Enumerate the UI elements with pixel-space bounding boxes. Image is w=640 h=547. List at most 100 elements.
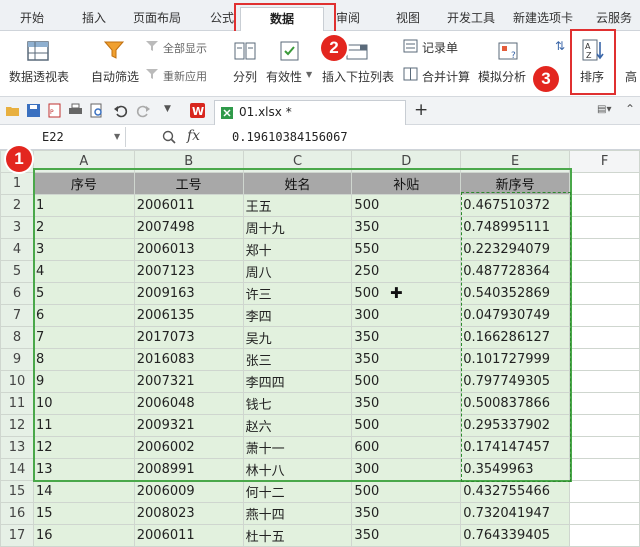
table-cell[interactable]: 周八: [242, 260, 353, 283]
table-cell[interactable]: 王五: [242, 194, 353, 217]
print-preview-icon[interactable]: [89, 103, 104, 118]
menu-review[interactable]: 审阅: [336, 9, 360, 26]
column-header-c[interactable]: C: [242, 150, 353, 173]
header-cell[interactable]: 新序号: [460, 172, 571, 195]
table-cell[interactable]: 2006048: [133, 392, 244, 415]
table-cell[interactable]: 0.540352869: [460, 282, 571, 305]
menu-home[interactable]: 开始: [20, 9, 44, 26]
column-header-f[interactable]: F: [569, 150, 640, 173]
table-cell[interactable]: 2016083: [133, 348, 244, 371]
table-cell[interactable]: 张三: [242, 348, 353, 371]
empty-cell[interactable]: [569, 524, 640, 547]
row-header[interactable]: 6: [0, 282, 34, 305]
row-header[interactable]: 11: [0, 392, 34, 415]
table-cell[interactable]: 550: [351, 238, 462, 261]
row-header[interactable]: 16: [0, 502, 34, 525]
header-cell[interactable]: 工号: [133, 172, 244, 195]
table-cell[interactable]: 2007321: [133, 370, 244, 393]
table-cell[interactable]: 350: [351, 326, 462, 349]
table-cell[interactable]: 11: [32, 414, 135, 437]
row-header[interactable]: 2: [0, 194, 34, 217]
row-header[interactable]: 14: [0, 458, 34, 481]
table-cell[interactable]: 10: [32, 392, 135, 415]
zoom-search-icon[interactable]: [162, 130, 176, 144]
table-cell[interactable]: 2006135: [133, 304, 244, 327]
table-cell[interactable]: 0.174147457: [460, 436, 571, 459]
menu-view[interactable]: 视图: [396, 9, 420, 26]
table-cell[interactable]: 350: [351, 216, 462, 239]
table-cell[interactable]: 500: [351, 194, 462, 217]
what-if-analysis-button[interactable]: 模拟分析: [478, 68, 526, 85]
column-header-a[interactable]: A: [32, 150, 135, 173]
table-cell[interactable]: 2007498: [133, 216, 244, 239]
print-icon[interactable]: [68, 103, 83, 118]
table-cell[interactable]: 0.3549963: [460, 458, 571, 481]
pivot-table-button[interactable]: 数据透视表: [9, 68, 69, 85]
table-cell[interactable]: 6: [32, 304, 135, 327]
table-cell[interactable]: 李四四: [242, 370, 353, 393]
empty-cell[interactable]: [569, 370, 640, 393]
table-cell[interactable]: 7: [32, 326, 135, 349]
new-document-tab-button[interactable]: +: [414, 100, 428, 120]
table-cell[interactable]: 2006011: [133, 194, 244, 217]
insert-dropdown-list-button[interactable]: 插入下拉列表: [322, 68, 394, 85]
table-cell[interactable]: 周十九: [242, 216, 353, 239]
table-cell[interactable]: 0.764339405: [460, 524, 571, 547]
table-cell[interactable]: 350: [351, 348, 462, 371]
table-cell[interactable]: 2006011: [133, 524, 244, 547]
header-cell[interactable]: 序号: [32, 172, 135, 195]
show-all-button[interactable]: 全部显示: [163, 40, 207, 56]
row-header[interactable]: 9: [0, 348, 34, 371]
table-cell[interactable]: 许三: [242, 282, 353, 305]
menu-data-tab[interactable]: 数据: [240, 7, 324, 31]
table-cell[interactable]: 2008023: [133, 502, 244, 525]
row-header[interactable]: 12: [0, 414, 34, 437]
table-cell[interactable]: 何十二: [242, 480, 353, 503]
table-cell[interactable]: 600: [351, 436, 462, 459]
table-cell[interactable]: 赵六: [242, 414, 353, 437]
split-button[interactable]: 分列: [233, 68, 257, 85]
table-cell[interactable]: 13: [32, 458, 135, 481]
empty-cell[interactable]: [569, 348, 640, 371]
table-cell[interactable]: 林十八: [242, 458, 353, 481]
table-cell[interactable]: 500: [351, 370, 462, 393]
table-cell[interactable]: 350: [351, 392, 462, 415]
table-cell[interactable]: 300: [351, 304, 462, 327]
toolbar-settings-icon[interactable]: ▤▾: [597, 104, 611, 115]
table-cell[interactable]: 15: [32, 502, 135, 525]
export-pdf-icon[interactable]: P: [47, 103, 62, 118]
advanced-button[interactable]: 高: [625, 68, 637, 85]
table-cell[interactable]: 500: [351, 282, 462, 305]
menu-page-layout[interactable]: 页面布局: [133, 9, 181, 26]
document-tab[interactable]: 01.xlsx *: [214, 100, 406, 125]
consolidate-button[interactable]: 合并计算: [422, 68, 470, 85]
reapply-button[interactable]: 重新应用: [163, 68, 207, 84]
toolbar-more-icon[interactable]: ▼: [164, 104, 171, 114]
row-header[interactable]: 17: [0, 524, 34, 547]
table-cell[interactable]: 350: [351, 524, 462, 547]
empty-cell[interactable]: [569, 502, 640, 525]
table-cell[interactable]: 0.732041947: [460, 502, 571, 525]
name-box[interactable]: E22 ▼: [0, 127, 126, 147]
table-cell[interactable]: 燕十四: [242, 502, 353, 525]
column-header-d[interactable]: D: [351, 150, 462, 173]
table-cell[interactable]: 吴九: [242, 326, 353, 349]
table-cell[interactable]: 钱七: [242, 392, 353, 415]
table-cell[interactable]: 杜十五: [242, 524, 353, 547]
table-cell[interactable]: 0.432755466: [460, 480, 571, 503]
toolbar-up-icon[interactable]: ⌃: [625, 102, 635, 116]
row-header[interactable]: 4: [0, 238, 34, 261]
record-form-button[interactable]: 记录单: [422, 39, 458, 56]
table-cell[interactable]: 2006002: [133, 436, 244, 459]
sort-button[interactable]: 排序: [580, 68, 604, 85]
save-icon[interactable]: [26, 103, 41, 118]
table-cell[interactable]: 8: [32, 348, 135, 371]
table-cell[interactable]: 0.223294079: [460, 238, 571, 261]
table-cell[interactable]: 0.797749305: [460, 370, 571, 393]
table-cell[interactable]: 2009321: [133, 414, 244, 437]
table-cell[interactable]: 2006009: [133, 480, 244, 503]
row-header[interactable]: 7: [0, 304, 34, 327]
column-header-b[interactable]: B: [133, 150, 244, 173]
row-header[interactable]: 13: [0, 436, 34, 459]
table-cell[interactable]: 250: [351, 260, 462, 283]
